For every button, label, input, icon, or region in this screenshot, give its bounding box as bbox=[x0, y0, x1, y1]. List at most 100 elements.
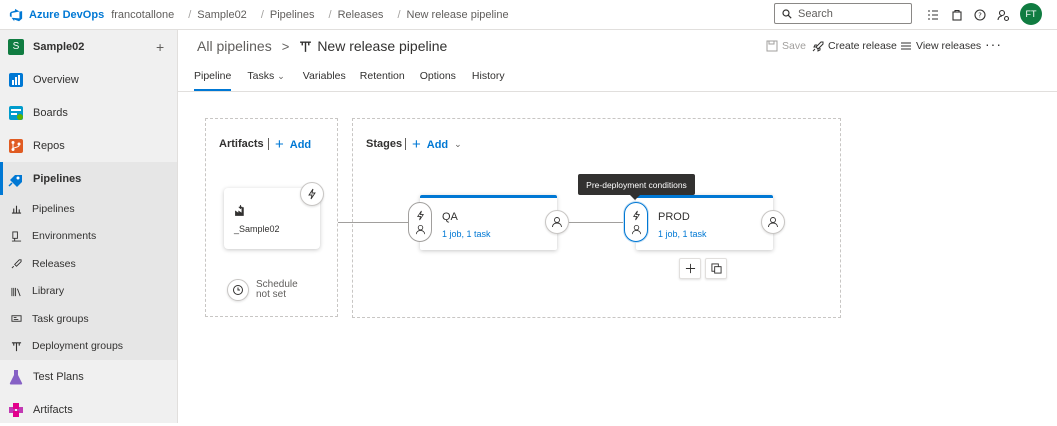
title-divider bbox=[405, 138, 406, 150]
tab-variables[interactable]: Variables bbox=[303, 70, 346, 91]
create-release-label: Create release bbox=[828, 40, 897, 52]
azure-devops-logo-icon[interactable] bbox=[9, 8, 23, 22]
sidebar: S Sample02 + Overview Boards Repos Pipel… bbox=[0, 30, 178, 423]
search-box[interactable] bbox=[774, 3, 912, 24]
stage-name: QA bbox=[442, 211, 458, 223]
tab-retention[interactable]: Retention bbox=[360, 70, 405, 91]
clone-stage-button[interactable] bbox=[705, 258, 727, 279]
person-icon bbox=[552, 217, 562, 228]
project-name: Sample02 bbox=[33, 40, 85, 53]
sidebar-subitem-environments[interactable]: Environments bbox=[0, 223, 177, 251]
sidebar-item-label: Boards bbox=[33, 106, 68, 119]
schedule-button[interactable]: Schedule not set bbox=[227, 279, 298, 301]
post-deployment-conditions-prod[interactable] bbox=[761, 210, 785, 234]
pre-deployment-conditions-qa[interactable] bbox=[408, 202, 432, 242]
artifact-name: _Sample02 bbox=[234, 224, 280, 234]
breadcrumb-org[interactable]: francotallone bbox=[111, 9, 174, 21]
sidebar-subitem-deployment-groups[interactable]: Deployment groups bbox=[0, 333, 177, 361]
lightning-icon bbox=[308, 188, 316, 200]
sidebar-item-label: Pipelines bbox=[33, 172, 82, 185]
breadcrumb-releases[interactable]: Releases bbox=[338, 9, 384, 21]
save-label: Save bbox=[782, 40, 806, 52]
add-stage-after-button[interactable] bbox=[679, 258, 701, 279]
sidebar-item-overview[interactable]: Overview bbox=[0, 63, 177, 96]
schedule-trigger-button[interactable] bbox=[227, 279, 249, 301]
stage-card-qa[interactable]: QA 1 job, 1 task bbox=[420, 195, 557, 250]
boards-icon bbox=[9, 105, 23, 120]
post-deployment-conditions-qa[interactable] bbox=[545, 210, 569, 234]
sidebar-subitem-library[interactable]: Library bbox=[0, 278, 177, 306]
copy-icon bbox=[710, 263, 722, 274]
repos-icon bbox=[9, 138, 23, 153]
tab-options[interactable]: Options bbox=[420, 70, 456, 91]
sidebar-subitem-pipelines[interactable]: Pipelines bbox=[0, 195, 177, 223]
sidebar-item-artifacts[interactable]: Artifacts bbox=[0, 393, 177, 426]
create-release-button[interactable]: Create release bbox=[812, 40, 897, 52]
plus-icon: + bbox=[412, 136, 421, 153]
more-options-icon[interactable]: ··· bbox=[985, 36, 1002, 52]
person-icon bbox=[768, 217, 778, 228]
chevron-down-icon[interactable]: ⌄ bbox=[277, 70, 285, 91]
task-groups-icon bbox=[11, 315, 22, 322]
breadcrumb-project[interactable]: Sample02 bbox=[197, 9, 247, 21]
release-pipeline-icon bbox=[300, 40, 312, 52]
tab-pipeline[interactable]: Pipeline bbox=[194, 70, 232, 91]
sidebar-subitem-label: Task groups bbox=[32, 312, 89, 325]
add-icon[interactable]: + bbox=[156, 39, 164, 55]
marketplace-icon[interactable] bbox=[950, 8, 964, 22]
project-header[interactable]: S Sample02 bbox=[0, 30, 177, 63]
sidebar-item-label: Repos bbox=[33, 139, 65, 152]
stage-name: PROD bbox=[658, 211, 690, 223]
qa-to-prod-connector bbox=[569, 222, 624, 223]
breadcrumb-pipelines[interactable]: Pipelines bbox=[270, 9, 315, 21]
plus-icon bbox=[685, 263, 695, 274]
stage-tasks-link[interactable]: 1 job, 1 task bbox=[442, 229, 491, 239]
person-icon bbox=[415, 224, 425, 234]
releases-icon bbox=[11, 259, 22, 269]
stage-card-prod[interactable]: PROD 1 job, 1 task bbox=[636, 195, 773, 250]
pipelines-sub-icon bbox=[11, 206, 22, 214]
sidebar-item-repos[interactable]: Repos bbox=[0, 129, 177, 162]
artifact-to-qa-connector bbox=[338, 222, 408, 223]
environments-icon bbox=[11, 231, 22, 242]
task-list-icon[interactable] bbox=[926, 8, 940, 22]
add-stage-button[interactable]: + Add ⌄ bbox=[412, 136, 462, 153]
pre-deployment-conditions-prod[interactable] bbox=[624, 202, 648, 242]
breadcrumb-current[interactable]: New release pipeline bbox=[407, 9, 509, 21]
brand-link[interactable]: Azure DevOps bbox=[29, 9, 104, 21]
project-badge: S bbox=[8, 38, 24, 55]
all-pipelines-link[interactable]: All pipelines bbox=[197, 38, 272, 54]
save-button[interactable]: Save bbox=[766, 40, 806, 52]
tab-history[interactable]: History bbox=[472, 70, 505, 91]
artifacts-icon bbox=[9, 402, 23, 417]
breadcrumb-separator: / bbox=[328, 8, 332, 21]
save-icon bbox=[766, 40, 778, 52]
tab-tasks[interactable]: Tasks bbox=[247, 70, 274, 91]
search-input[interactable] bbox=[798, 7, 898, 20]
chevron-right-icon: > bbox=[281, 38, 290, 54]
sidebar-subitem-label: Library bbox=[32, 285, 65, 298]
title-divider bbox=[268, 138, 269, 150]
continuous-deployment-trigger-button[interactable] bbox=[300, 182, 324, 206]
sidebar-subitem-task-groups[interactable]: Task groups bbox=[0, 305, 177, 333]
library-icon bbox=[11, 287, 21, 296]
sidebar-item-pipelines[interactable]: Pipelines bbox=[0, 162, 177, 195]
sidebar-subitem-label: Pipelines bbox=[32, 202, 75, 215]
svg-text:?: ? bbox=[978, 12, 982, 20]
sidebar-subitem-releases[interactable]: Releases bbox=[0, 250, 177, 278]
sidebar-item-test-plans[interactable]: Test Plans bbox=[0, 360, 177, 393]
overview-icon bbox=[9, 72, 23, 87]
page-title: New release pipeline bbox=[317, 38, 448, 54]
sidebar-subitem-label: Environments bbox=[32, 230, 97, 243]
help-icon[interactable]: ? bbox=[973, 8, 987, 22]
sidebar-item-boards[interactable]: Boards bbox=[0, 96, 177, 129]
pipelines-submenu: Pipelines Environments Releases Library … bbox=[0, 195, 177, 360]
artifacts-title: Artifacts bbox=[219, 138, 264, 150]
user-settings-icon[interactable] bbox=[996, 8, 1010, 22]
build-artifact-icon bbox=[235, 205, 244, 216]
stage-tasks-link[interactable]: 1 job, 1 task bbox=[658, 229, 707, 239]
add-artifact-button[interactable]: + Add bbox=[275, 136, 311, 153]
breadcrumb-separator: / bbox=[260, 8, 264, 21]
avatar[interactable]: FT bbox=[1020, 3, 1042, 25]
view-releases-button[interactable]: View releases bbox=[900, 40, 981, 52]
